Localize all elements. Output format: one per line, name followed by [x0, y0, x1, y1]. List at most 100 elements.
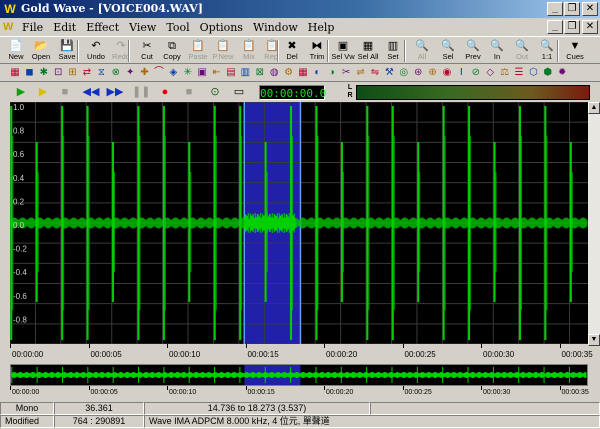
1-1-button[interactable]: 🔍 1:1 [535, 37, 559, 63]
copy-button[interactable]: ⧉ Copy [160, 37, 184, 63]
trim-button[interactable]: ⧓ Trim [305, 37, 329, 63]
menu-edit[interactable]: Edit [48, 21, 81, 34]
scroll-up-arrow-icon[interactable]: ▲ [588, 102, 600, 114]
play-icon[interactable]: ▶ [12, 84, 30, 100]
effect-27-icon[interactable]: ⚒ [382, 66, 396, 80]
waveform-canvas[interactable]: 1.0 0.8 0.6 0.4 0.2 0.0 -0.2 -0.4 -0.6 -0.8 [10, 102, 588, 344]
pause-icon[interactable]: ❚❚ [132, 84, 150, 100]
menu-help[interactable]: Help [303, 21, 340, 34]
effect-29-icon[interactable]: ⊛ [411, 66, 425, 80]
effect-38-icon[interactable]: ⬢ [541, 66, 555, 80]
cues-button[interactable]: ▼ Cues [563, 37, 587, 63]
cut-button[interactable]: ✂ Cut [135, 37, 159, 63]
effect-30-icon[interactable]: ⊕ [426, 66, 440, 80]
effect-13-icon[interactable]: ✳ [181, 66, 195, 80]
effect-7-icon[interactable]: ⧖ [94, 66, 108, 80]
overview-canvas[interactable] [11, 365, 587, 385]
sel-vw-button[interactable]: ▣ Sel Vw [331, 37, 355, 63]
effect-25-icon[interactable]: ⇌ [354, 66, 368, 80]
effect-32-icon[interactable]: Ⅰ [454, 66, 468, 80]
close-button[interactable]: ✕ [582, 2, 598, 16]
effect-12-icon[interactable]: ◈ [166, 66, 180, 80]
effect-5-icon[interactable]: ⊞ [66, 66, 80, 80]
effect-14-icon[interactable]: ▣ [195, 66, 209, 80]
in-button[interactable]: 🔍 In [485, 37, 509, 63]
p-new-button[interactable]: 📋 P.New [211, 37, 235, 63]
menu-effect[interactable]: Effect [81, 21, 124, 34]
sel-all-button[interactable]: ▦ Sel All [356, 37, 380, 63]
effect-8-icon[interactable]: ⊗ [109, 66, 123, 80]
effect-36-icon[interactable]: ☰ [512, 66, 526, 80]
effect-23-icon[interactable]: ◑ [325, 66, 339, 80]
fast-forward-icon[interactable]: ▶▶ [106, 84, 124, 100]
effect-33-icon[interactable]: ⊘ [469, 66, 483, 80]
save-button[interactable]: 💾 Save [55, 37, 79, 63]
zoom-actual-icon: 🔍 [540, 40, 554, 52]
effect-17-icon[interactable]: ▥ [238, 66, 252, 80]
effect-22-icon[interactable]: ◐ [310, 66, 324, 80]
toolbar-separator [404, 40, 406, 62]
undo-icon: ↶ [91, 40, 101, 52]
stop-disabled-icon[interactable]: ■ [56, 84, 74, 100]
effect-18-icon[interactable]: ⊠ [253, 66, 267, 80]
menu-view[interactable]: View [124, 21, 161, 34]
open-button[interactable]: 📂 Open [29, 37, 53, 63]
effect-11-icon[interactable]: ⌒ [152, 66, 166, 80]
device-settings-icon[interactable]: ⊙ [206, 84, 224, 100]
sel-button[interactable]: 🔍 Sel [436, 37, 460, 63]
paste-button[interactable]: 📋 Paste [186, 37, 210, 63]
effect-6-icon[interactable]: ⇄ [80, 66, 94, 80]
restore-button[interactable]: ❐ [564, 2, 580, 16]
prev-button[interactable]: 🔍 Prev [461, 37, 485, 63]
effect-28-icon[interactable]: ◎ [397, 66, 411, 80]
overview-panel[interactable] [10, 364, 588, 386]
select-all-icon: ▦ [362, 40, 374, 52]
effect-26-icon[interactable]: ⇋ [368, 66, 382, 80]
effect-37-icon[interactable]: ⬡ [526, 66, 540, 80]
effect-10-icon[interactable]: ✚ [138, 66, 152, 80]
vertical-scrollbar[interactable]: ▲ ▼ [588, 102, 600, 346]
all-button[interactable]: 🔍 All [410, 37, 434, 63]
scissors-icon: ✂ [142, 40, 152, 52]
effect-4-icon[interactable]: ⊡ [51, 66, 65, 80]
menu-tool[interactable]: Tool [161, 21, 194, 34]
effect-21-icon[interactable]: ▦ [296, 66, 310, 80]
time-ruler[interactable]: 00:00:00 00:00:05 00:00:10 00:00:15 00:00:20… [10, 344, 593, 362]
play-selection-icon[interactable]: ▶ [34, 84, 52, 100]
effect-39-icon[interactable]: ✹ [555, 66, 569, 80]
menu-window[interactable]: Window [248, 21, 303, 34]
doc-minimize-button[interactable]: _ [547, 20, 563, 34]
mix-button[interactable]: 📋 Mix [237, 37, 261, 63]
effect-34-icon[interactable]: ◇ [483, 66, 497, 80]
menu-file[interactable]: File [17, 21, 48, 34]
effect-2-icon[interactable]: ◼ [22, 66, 36, 80]
effect-16-icon[interactable]: ▤ [224, 66, 238, 80]
minimize-button[interactable]: _ [547, 2, 563, 16]
set-button[interactable]: ▥ Set [381, 37, 405, 63]
effect-9-icon[interactable]: ✦ [123, 66, 137, 80]
effect-35-icon[interactable]: ⚖ [498, 66, 512, 80]
menu-options[interactable]: Options [195, 21, 248, 34]
del-button[interactable]: ✖ Del [280, 37, 304, 63]
rewind-icon[interactable]: ◀◀ [82, 84, 100, 100]
stop-icon[interactable]: ■ [180, 84, 198, 100]
time-tick [402, 386, 404, 390]
effect-31-icon[interactable]: ◉ [440, 66, 454, 80]
doc-close-button[interactable]: ✕ [582, 20, 598, 34]
effect-20-icon[interactable]: ⚙ [282, 66, 296, 80]
undo-button[interactable]: ↶ Undo [84, 37, 108, 63]
new-button[interactable]: 📄 New [4, 37, 28, 63]
doc-restore-button[interactable]: ❐ [564, 20, 580, 34]
effect-1-icon[interactable]: ▦ [8, 66, 22, 80]
window-icon[interactable]: ▭ [230, 84, 248, 100]
waveform-panel[interactable]: 1.0 0.8 0.6 0.4 0.2 0.0 -0.2 -0.4 -0.6 -0.8 [10, 102, 588, 344]
record-icon[interactable]: ● [156, 84, 174, 100]
scroll-down-arrow-icon[interactable]: ▼ [588, 334, 600, 346]
out-button[interactable]: 🔍 Out [510, 37, 534, 63]
effect-15-icon[interactable]: ⇤ [210, 66, 224, 80]
effect-19-icon[interactable]: ◍ [267, 66, 281, 80]
effect-3-icon[interactable]: ✱ [37, 66, 51, 80]
document-icon[interactable]: W [3, 21, 17, 33]
title-bar[interactable]: W Gold Wave - [VOICE004.WAV] _ ❐ ✕ [0, 0, 600, 18]
effect-24-icon[interactable]: ✂ [339, 66, 353, 80]
